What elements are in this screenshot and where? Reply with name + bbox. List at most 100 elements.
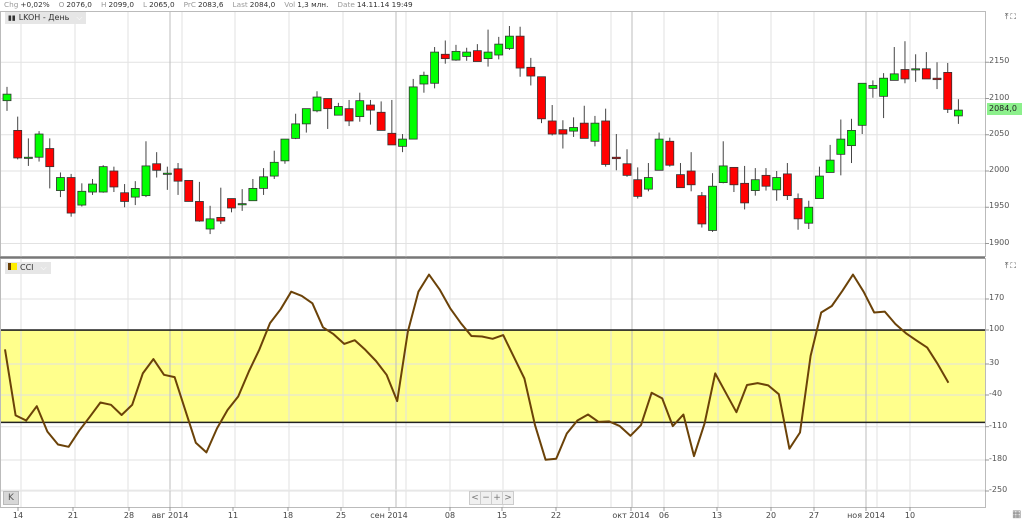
date-tick-label: 11 bbox=[227, 511, 239, 520]
candle-up bbox=[718, 165, 728, 184]
date-tick-label: 27 bbox=[808, 511, 820, 520]
candle-down bbox=[66, 177, 76, 214]
date-tick-label: 28 bbox=[123, 511, 135, 520]
candle-up bbox=[750, 179, 760, 191]
date-tick-label: 15 bbox=[496, 511, 508, 520]
candle-down bbox=[921, 68, 931, 80]
candle-down bbox=[323, 98, 333, 110]
candle-up bbox=[868, 85, 878, 89]
candle-down bbox=[13, 129, 23, 159]
candle-up bbox=[708, 185, 717, 231]
candle-up bbox=[483, 51, 493, 60]
candle-down bbox=[184, 180, 194, 202]
candle-up bbox=[804, 206, 814, 224]
candle-down bbox=[366, 104, 375, 111]
candle-up bbox=[130, 187, 140, 198]
date-tick-label: 10 bbox=[904, 511, 916, 520]
candle-up bbox=[911, 68, 921, 71]
candle-down bbox=[943, 72, 953, 110]
candle-down bbox=[782, 173, 792, 197]
last-price-label: 2084,0 bbox=[987, 103, 1022, 115]
date-tick-label: окт 2014 bbox=[612, 511, 650, 520]
scroll-right-button[interactable]: > bbox=[502, 491, 514, 505]
date-tick-label: авг 2014 bbox=[151, 511, 189, 520]
candle-down bbox=[547, 120, 557, 135]
table-grid-icon[interactable]: ▦ bbox=[1012, 509, 1021, 520]
chevron-down-icon[interactable]: ⌵ bbox=[41, 262, 47, 274]
candle-up bbox=[280, 138, 290, 162]
price-tick-label: 2000 bbox=[989, 165, 1010, 174]
candle-up bbox=[98, 166, 108, 193]
date-tick-label: 13 bbox=[711, 511, 723, 520]
candle-down bbox=[152, 163, 162, 171]
candle-up bbox=[451, 50, 461, 61]
candle-down bbox=[740, 182, 750, 204]
price-pane-legend[interactable]: ▮▮ LKOH - День ⌵ bbox=[5, 12, 87, 24]
candle-up bbox=[847, 129, 856, 147]
date-tick-label: 14 bbox=[12, 511, 24, 520]
candle-up bbox=[34, 133, 44, 158]
candle-up bbox=[269, 161, 279, 177]
candle-up bbox=[954, 109, 963, 117]
candle-up bbox=[857, 82, 867, 126]
candle-up bbox=[301, 108, 311, 125]
candle-down bbox=[526, 66, 536, 77]
maximize-icon[interactable]: ⛶ bbox=[1010, 12, 1018, 21]
cci-legend-label: CCI bbox=[20, 263, 34, 272]
candle-down bbox=[376, 111, 386, 131]
chevron-down-icon[interactable]: ⌵ bbox=[76, 12, 82, 24]
candle-up bbox=[77, 190, 87, 206]
candle-down bbox=[216, 216, 226, 222]
cci-pane-legend[interactable]: CCI ⌵ bbox=[5, 262, 51, 274]
date-tick-label: 22 bbox=[550, 511, 562, 520]
candle-down bbox=[515, 35, 525, 69]
candle-down bbox=[579, 122, 589, 139]
candle-up bbox=[889, 73, 899, 81]
price-pane-controls[interactable]: ⤒⛶ bbox=[1005, 12, 1018, 22]
price-tick-label: 1900 bbox=[989, 237, 1010, 247]
candle-down bbox=[227, 198, 236, 209]
candle-down bbox=[173, 168, 183, 182]
candle-down bbox=[900, 69, 910, 80]
maximize-icon[interactable]: ⛶ bbox=[1010, 261, 1018, 270]
candle-up bbox=[815, 175, 824, 199]
date-tick-label: 20 bbox=[765, 511, 777, 520]
candle-down bbox=[558, 129, 568, 135]
candle-up bbox=[88, 183, 97, 193]
candle-up bbox=[237, 203, 247, 206]
candle-down bbox=[729, 166, 739, 186]
candle-down bbox=[195, 201, 204, 222]
candle-up bbox=[569, 127, 578, 132]
candle-up bbox=[590, 122, 600, 142]
candle-down bbox=[120, 192, 129, 202]
candle-up bbox=[23, 156, 33, 159]
price-tick-label: 2100 bbox=[989, 92, 1010, 102]
price-tick-label: 2050 bbox=[989, 128, 1010, 138]
date-tick-label: 18 bbox=[282, 511, 294, 520]
cci-band bbox=[1, 330, 985, 423]
cci-pane-controls[interactable]: ⤒⛶ bbox=[1005, 261, 1018, 271]
candle-up bbox=[248, 187, 258, 202]
cci-tick-label: 170 bbox=[989, 293, 1005, 302]
candle-up bbox=[205, 218, 215, 230]
chart-canvas[interactable] bbox=[0, 0, 1024, 523]
candle-up bbox=[56, 177, 65, 191]
cci-tick-label: -110 bbox=[989, 420, 1008, 430]
candle-up bbox=[644, 177, 653, 190]
reset-view-button[interactable]: K bbox=[3, 491, 19, 505]
price-pane-frame bbox=[0, 11, 986, 257]
candle-down bbox=[676, 174, 685, 189]
price-tick-label: 1950 bbox=[989, 201, 1010, 211]
candle-down bbox=[387, 132, 397, 146]
candle-down bbox=[633, 179, 643, 197]
candle-down bbox=[611, 156, 621, 160]
cci-tick-label: -180 bbox=[989, 454, 1008, 463]
date-tick-label: 06 bbox=[658, 511, 670, 520]
scroll-zoom-controls: < − + > bbox=[469, 491, 514, 505]
candle-up bbox=[162, 172, 172, 175]
candle-up bbox=[654, 138, 664, 171]
candle-down bbox=[622, 163, 632, 176]
cci-tick-label: -250 bbox=[989, 485, 1008, 494]
candle-down bbox=[537, 76, 546, 120]
date-tick-label: ноя 2014 bbox=[847, 511, 885, 520]
